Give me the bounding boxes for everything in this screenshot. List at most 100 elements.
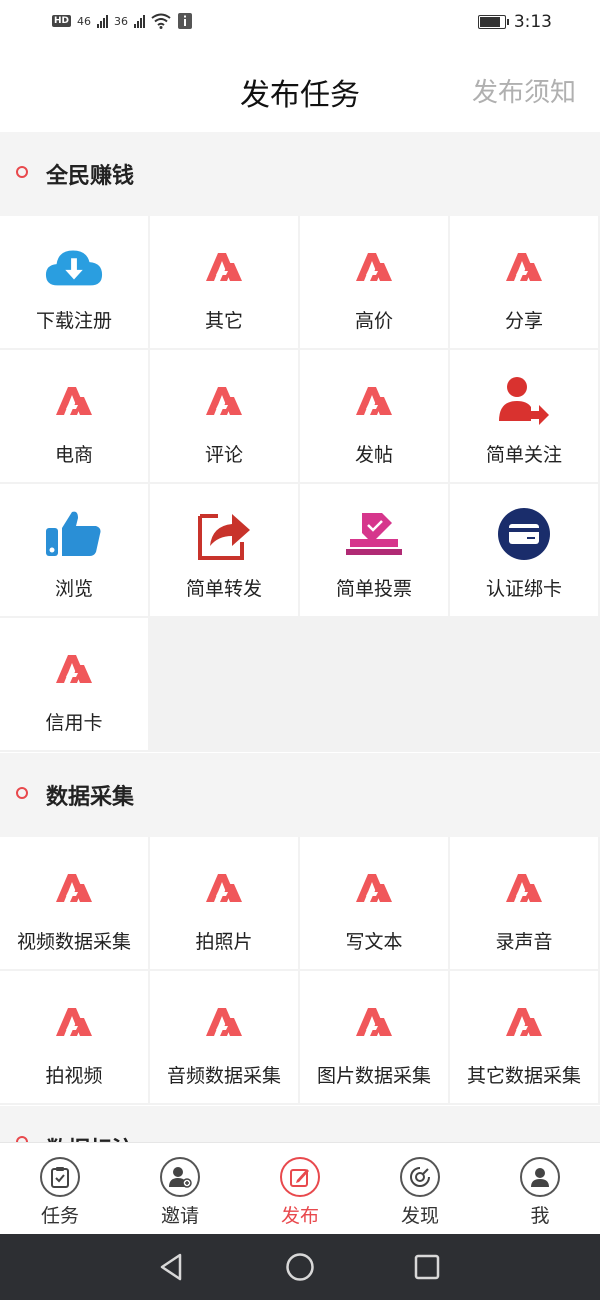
recents-button[interactable] bbox=[410, 1250, 444, 1284]
task-category-tile[interactable]: 其它 bbox=[150, 216, 298, 348]
task-category-grid-data-collection: 视频数据采集 拍照片 写文本 录声音拍视频 音频数据采集 图片数据采集 其它数据采集 bbox=[0, 837, 600, 1105]
publish-notice-link[interactable]: 发布须知 bbox=[472, 72, 576, 109]
tab-edit[interactable]: 发布 bbox=[240, 1143, 360, 1235]
task-category-tile[interactable]: 其它数据采集 bbox=[450, 971, 598, 1103]
brand-logo-icon bbox=[44, 995, 104, 1047]
edit-icon bbox=[280, 1157, 320, 1197]
task-category-label: 信用卡 bbox=[45, 712, 103, 734]
page-header: 发布任务 发布须知 bbox=[0, 48, 600, 132]
user-follow-icon bbox=[494, 374, 554, 426]
hd-badge: HD bbox=[52, 15, 72, 27]
tab-compass[interactable]: 发现 bbox=[360, 1143, 480, 1235]
brand-logo-icon bbox=[344, 374, 404, 426]
task-category-tile[interactable]: 浏览 bbox=[0, 484, 148, 616]
brand-logo-icon bbox=[344, 995, 404, 1047]
task-category-tile[interactable]: 写文本 bbox=[300, 837, 448, 969]
back-button[interactable] bbox=[154, 1250, 188, 1284]
ballot-box-icon bbox=[344, 508, 404, 560]
tab-label: 发现 bbox=[400, 1205, 439, 1227]
section-ring-icon bbox=[16, 166, 28, 178]
task-category-label: 简单关注 bbox=[485, 444, 562, 466]
task-category-label: 图片数据采集 bbox=[316, 1065, 431, 1087]
tab-profile[interactable]: 我 bbox=[480, 1143, 600, 1235]
task-category-label: 视频数据采集 bbox=[16, 931, 131, 953]
clock: 3:13 bbox=[513, 12, 552, 32]
tab-clipboard[interactable]: 任务 bbox=[0, 1143, 120, 1235]
section-title: 数据采集 bbox=[46, 785, 135, 810]
task-category-tile[interactable]: 音频数据采集 bbox=[150, 971, 298, 1103]
recents-square-icon bbox=[414, 1254, 440, 1280]
status-right: 3:13 bbox=[477, 12, 552, 32]
section-title: 全民赚钱 bbox=[46, 164, 135, 189]
tab-label: 任务 bbox=[40, 1205, 79, 1227]
status-bar: HD 46 36 3:13 bbox=[0, 0, 600, 48]
section-ring-icon bbox=[16, 787, 28, 799]
task-category-label: 其它数据采集 bbox=[466, 1065, 581, 1087]
task-category-tile[interactable]: 分享 bbox=[450, 216, 598, 348]
task-category-label: 简单投票 bbox=[335, 578, 412, 600]
task-category-tile[interactable]: 拍视频 bbox=[0, 971, 148, 1103]
brand-logo-icon bbox=[194, 240, 254, 292]
task-category-label: 下载注册 bbox=[35, 310, 112, 332]
task-category-label: 简单转发 bbox=[185, 578, 262, 600]
section-header-data-annotation: 数据标注 bbox=[0, 1106, 600, 1163]
brand-logo-icon bbox=[494, 240, 554, 292]
task-category-tile[interactable]: 简单关注 bbox=[450, 350, 598, 482]
task-category-tile[interactable]: 信用卡 bbox=[0, 618, 148, 750]
brand-logo-icon bbox=[194, 374, 254, 426]
task-category-tile[interactable]: 图片数据采集 bbox=[300, 971, 448, 1103]
section-header-earn: 全民赚钱 bbox=[0, 132, 600, 216]
network-1-label: 46 bbox=[77, 14, 92, 28]
home-button[interactable] bbox=[283, 1250, 317, 1284]
task-category-label: 录声音 bbox=[495, 931, 553, 953]
task-category-tile[interactable]: 认证绑卡 bbox=[450, 484, 598, 616]
compass-icon bbox=[400, 1157, 440, 1197]
task-category-tile[interactable]: 下载注册 bbox=[0, 216, 148, 348]
task-category-label: 评论 bbox=[204, 444, 243, 466]
brand-logo-icon bbox=[44, 861, 104, 913]
clipboard-icon bbox=[40, 1157, 80, 1197]
task-category-label: 音频数据采集 bbox=[166, 1065, 281, 1087]
invite-user-icon bbox=[160, 1157, 200, 1197]
bottom-tab-bar: 任务 邀请 发布 发现 我 bbox=[0, 1142, 600, 1235]
task-category-label: 浏览 bbox=[54, 578, 93, 600]
task-category-label: 电商 bbox=[54, 444, 93, 466]
cloud-download-icon bbox=[44, 240, 104, 292]
task-category-tile[interactable]: 视频数据采集 bbox=[0, 837, 148, 969]
brand-logo-icon bbox=[194, 995, 254, 1047]
tab-invite-user[interactable]: 邀请 bbox=[120, 1143, 240, 1235]
task-category-label: 写文本 bbox=[345, 931, 403, 953]
thumbs-up-icon bbox=[44, 508, 104, 560]
task-category-label: 拍视频 bbox=[45, 1065, 103, 1087]
task-category-tile[interactable]: 简单转发 bbox=[150, 484, 298, 616]
task-category-label: 发帖 bbox=[354, 444, 393, 466]
brand-logo-icon bbox=[44, 374, 104, 426]
tab-label: 发布 bbox=[280, 1205, 319, 1227]
network-2-label: 36 bbox=[114, 14, 129, 28]
task-category-tile[interactable]: 发帖 bbox=[300, 350, 448, 482]
task-category-tile[interactable]: 拍照片 bbox=[150, 837, 298, 969]
brand-logo-icon bbox=[494, 861, 554, 913]
task-category-label: 认证绑卡 bbox=[485, 578, 562, 600]
home-circle-icon bbox=[286, 1253, 314, 1281]
brand-logo-icon bbox=[494, 995, 554, 1047]
info-notification-icon bbox=[178, 13, 193, 29]
share-forward-icon bbox=[194, 508, 254, 560]
task-category-label: 高价 bbox=[354, 310, 393, 332]
task-category-tile[interactable]: 电商 bbox=[0, 350, 148, 482]
brand-logo-icon bbox=[344, 861, 404, 913]
task-category-label: 拍照片 bbox=[195, 931, 253, 953]
signal-2-icon bbox=[134, 14, 146, 28]
task-category-grid-earn: 下载注册 其它 高价 分享电商 评论 发帖 简单关注浏览 简单转发 简单投票 认证绑卡信用卡 bbox=[0, 216, 600, 752]
brand-logo-icon bbox=[344, 240, 404, 292]
task-category-tile[interactable]: 评论 bbox=[150, 350, 298, 482]
back-triangle-icon bbox=[160, 1253, 182, 1281]
task-category-tile[interactable]: 高价 bbox=[300, 216, 448, 348]
wifi-icon bbox=[151, 13, 171, 29]
task-category-tile[interactable]: 简单投票 bbox=[300, 484, 448, 616]
tab-label: 邀请 bbox=[160, 1205, 199, 1227]
task-category-tile[interactable]: 录声音 bbox=[450, 837, 598, 969]
signal-1-icon bbox=[97, 14, 109, 28]
profile-icon bbox=[520, 1157, 560, 1197]
tab-label: 我 bbox=[530, 1205, 550, 1227]
